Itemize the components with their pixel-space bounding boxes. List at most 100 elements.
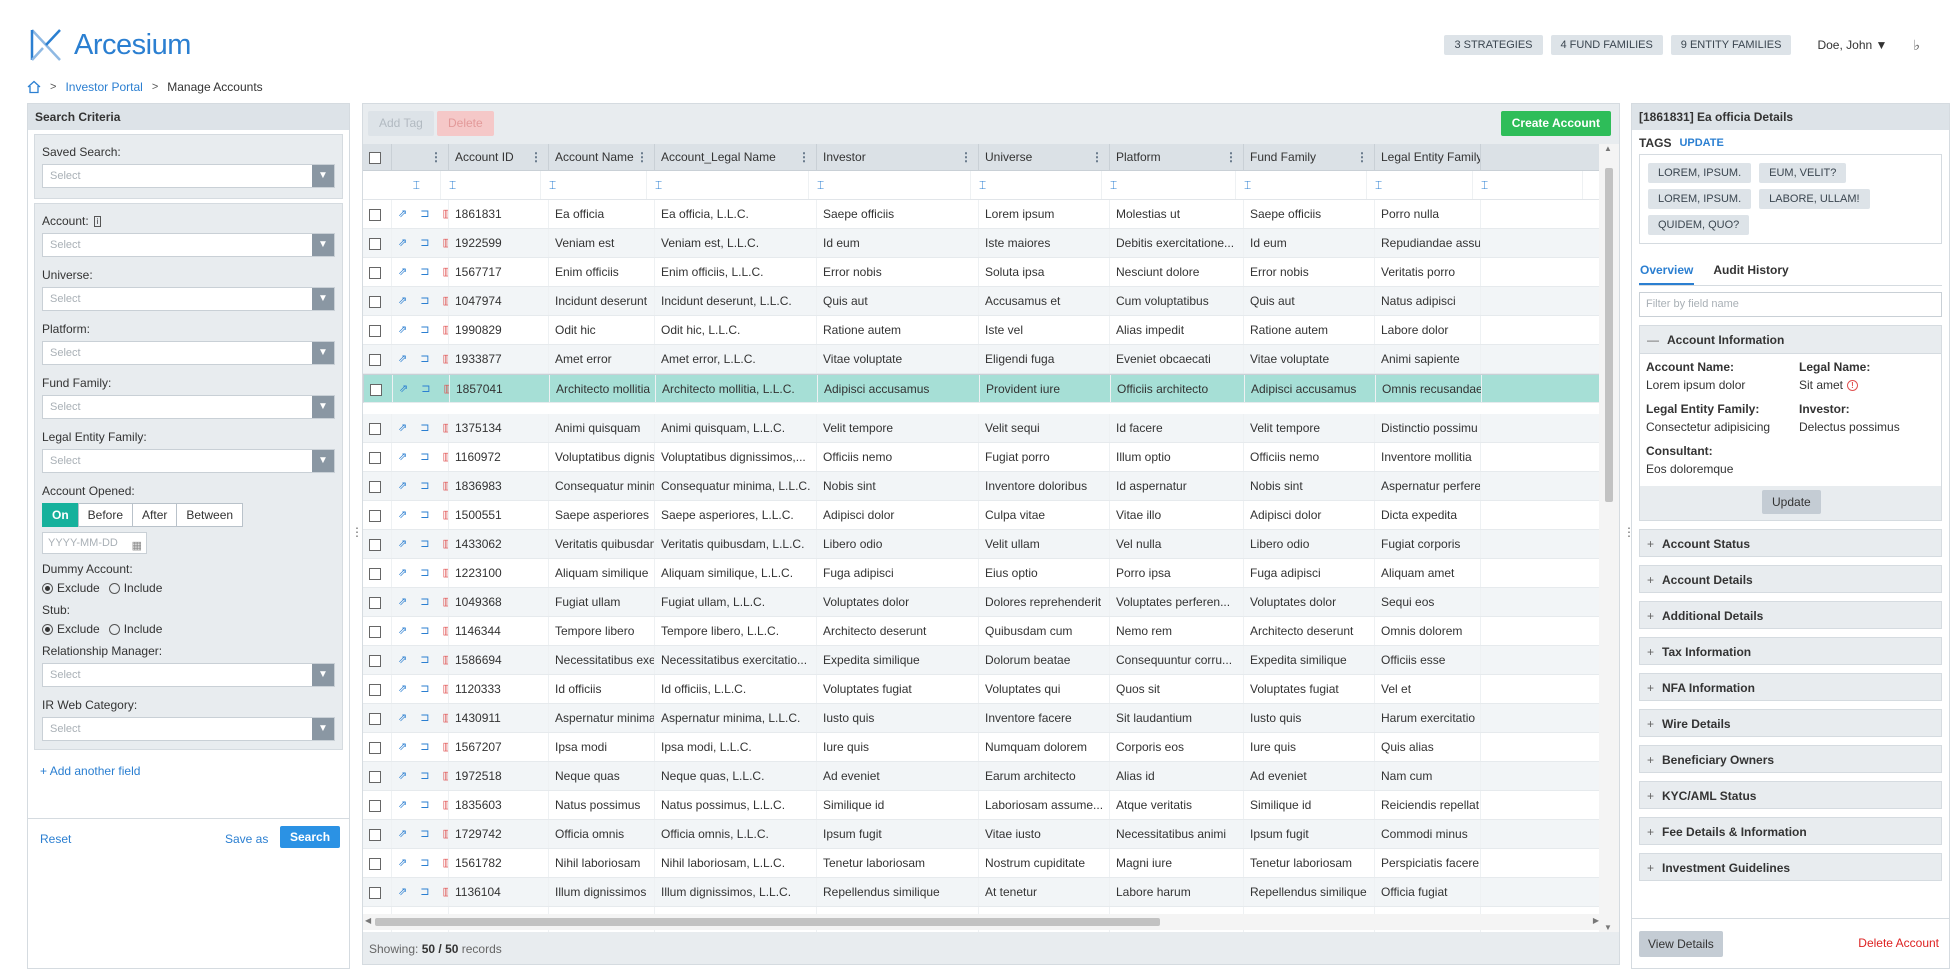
tab-overview[interactable]: Overview: [1639, 258, 1695, 285]
row-checkbox[interactable]: [369, 799, 381, 812]
table-row[interactable]: ⇗⊐▥1223100Aliquam similiqueAliquam simil…: [363, 559, 1601, 588]
column-filter-icon[interactable]: ⌶: [809, 171, 971, 199]
tag-icon[interactable]: ⊐: [420, 508, 429, 522]
grid-vertical-scrollbar[interactable]: ▲ ▼: [1599, 144, 1619, 932]
row-checkbox[interactable]: [369, 538, 381, 551]
column-header[interactable]: Account Name ⋮: [549, 144, 655, 170]
open-external-icon[interactable]: ⇗: [398, 798, 407, 812]
universe-select[interactable]: Select ▼: [42, 287, 335, 311]
table-row[interactable]: ⇗⊐▥1160972Voluptatibus dignissimosVolupt…: [363, 443, 1601, 472]
open-external-icon[interactable]: ⇗: [398, 323, 407, 337]
tag-chip[interactable]: LOREM, IPSUM.: [1648, 189, 1752, 209]
table-row[interactable]: ⇗⊐▥1375134Animi quisquamAnimi quisquam, …: [363, 414, 1601, 443]
scroll-right-icon[interactable]: ▶: [1593, 916, 1599, 925]
notification-bell-icon[interactable]: ♭: [1913, 37, 1920, 54]
table-row[interactable]: ⇗⊐▥1047974Incidunt deseruntIncidunt dese…: [363, 287, 1601, 316]
table-row[interactable]: ⇗⊐▥1567717Enim officiisEnim officiis, L.…: [363, 258, 1601, 287]
tag-icon[interactable]: ⊐: [420, 624, 429, 638]
column-filter-icon[interactable]: ⌶: [1367, 171, 1473, 199]
table-row[interactable]: ⇗⊐▥1561782Nihil laboriosamNihil laborios…: [363, 849, 1601, 878]
open-external-icon[interactable]: ⇗: [398, 450, 407, 464]
row-checkbox[interactable]: [369, 596, 381, 609]
account-opened-date-input[interactable]: YYYY-MM-DD ▦: [42, 532, 147, 554]
row-checkbox[interactable]: [369, 625, 381, 638]
table-row[interactable]: ⇗⊐▥1430911Aspernatur minimaAspernatur mi…: [363, 704, 1601, 733]
open-external-icon[interactable]: ⇗: [398, 421, 407, 435]
row-checkbox[interactable]: [369, 324, 381, 337]
column-header[interactable]: Platform ⋮: [1110, 144, 1244, 170]
tag-icon[interactable]: ⊐: [420, 856, 429, 870]
strategies-pill[interactable]: 3 STRATEGIES: [1444, 35, 1543, 55]
dummy-include-radio[interactable]: [108, 582, 120, 594]
column-header[interactable]: Investor ⋮: [817, 144, 979, 170]
column-menu-icon[interactable]: ⋮: [1225, 144, 1237, 170]
details-section-header[interactable]: + KYC/AML Status: [1639, 781, 1942, 809]
create-account-button[interactable]: Create Account: [1500, 111, 1611, 136]
table-row[interactable]: ⇗⊐▥1500551Saepe asperioresSaepe asperior…: [363, 501, 1601, 530]
table-row[interactable]: ⇗⊐▥1836983Consequatur minimaConsequatur …: [363, 472, 1601, 501]
details-section-header[interactable]: + Additional Details: [1639, 601, 1942, 629]
table-row[interactable]: ⇗⊐▥1586694Necessitatibus exercitatio...N…: [363, 646, 1601, 675]
account-select[interactable]: Select ▼: [42, 233, 335, 257]
tag-icon[interactable]: ⊐: [420, 653, 429, 667]
add-another-field-link[interactable]: + Add another field: [28, 750, 349, 778]
scroll-down-icon[interactable]: ▼: [1604, 923, 1612, 932]
calendar-icon[interactable]: ▦: [132, 536, 142, 556]
scroll-up-icon[interactable]: ▲: [1604, 144, 1612, 153]
table-row[interactable]: ⇗⊐▥1146344Tempore liberoTempore libero, …: [363, 617, 1601, 646]
tag-icon[interactable]: ⊐: [420, 827, 429, 841]
table-row[interactable]: ⇗⊐▥1433062Veritatis quibusdamVeritatis q…: [363, 530, 1601, 559]
open-external-icon[interactable]: ⇗: [398, 566, 407, 580]
search-button[interactable]: Search: [280, 826, 341, 848]
row-checkbox[interactable]: [369, 422, 381, 435]
row-checkbox[interactable]: [369, 480, 381, 493]
column-header[interactable]: Universe ⋮: [979, 144, 1110, 170]
row-checkbox[interactable]: [369, 451, 381, 464]
delete-account-link[interactable]: Delete Account: [1858, 936, 1939, 950]
fund-families-pill[interactable]: 4 FUND FAMILIES: [1550, 35, 1663, 55]
tag-icon[interactable]: ⊐: [420, 682, 429, 696]
update-tags-link[interactable]: UPDATE: [1679, 137, 1723, 149]
tag-icon[interactable]: ⊐: [420, 566, 429, 580]
row-checkbox[interactable]: [370, 383, 382, 396]
opened-on-option[interactable]: On: [42, 503, 79, 527]
details-section-header[interactable]: + Account Details: [1639, 565, 1942, 593]
column-menu-icon[interactable]: ⋮: [530, 144, 542, 170]
column-filter-icon[interactable]: ⌶: [647, 171, 809, 199]
column-filter-icon[interactable]: ⌶: [1102, 171, 1236, 199]
table-row[interactable]: ⇗⊐▥1729742Officia omnisOfficia omnis, L.…: [363, 820, 1601, 849]
row-checkbox[interactable]: [369, 712, 381, 725]
column-header[interactable]: Account ID ⋮: [449, 144, 549, 170]
row-checkbox[interactable]: [369, 295, 381, 308]
open-external-icon[interactable]: ⇗: [398, 352, 407, 366]
details-section-header[interactable]: + Investment Guidelines: [1639, 853, 1942, 881]
open-external-icon[interactable]: ⇗: [398, 537, 407, 551]
table-row[interactable]: ⇗⊐▥1861831Ea officiaEa officia, L.L.C.Sa…: [363, 200, 1601, 229]
update-account-info-button[interactable]: Update: [1762, 490, 1821, 514]
table-row[interactable]: ⇗⊐▥1972518Neque quasNeque quas, L.L.C.Ad…: [363, 762, 1601, 791]
opened-after-option[interactable]: After: [132, 503, 178, 527]
tag-icon[interactable]: ⊐: [420, 740, 429, 754]
tag-icon[interactable]: ⊐: [420, 798, 429, 812]
dummy-exclude-radio[interactable]: [42, 582, 53, 594]
open-external-icon[interactable]: ⇗: [398, 624, 407, 638]
account-information-header[interactable]: — Account Information: [1640, 326, 1941, 354]
row-checkbox[interactable]: [369, 857, 381, 870]
grid-horizontal-scrollbar[interactable]: ◀ ▶: [363, 914, 1601, 930]
details-section-header[interactable]: + NFA Information: [1639, 673, 1942, 701]
scroll-thumb[interactable]: [375, 918, 1160, 926]
tag-icon[interactable]: ⊐: [420, 450, 429, 464]
row-checkbox[interactable]: [369, 683, 381, 696]
open-external-icon[interactable]: ⇗: [398, 265, 407, 279]
tab-audit-history[interactable]: Audit History: [1712, 258, 1789, 285]
delete-button[interactable]: Delete: [437, 111, 494, 136]
column-menu-icon[interactable]: ⋮: [636, 144, 648, 170]
opened-between-option[interactable]: Between: [176, 503, 244, 527]
tag-chip[interactable]: LABORE, ULLAM!: [1759, 189, 1870, 209]
table-row[interactable]: ⇗⊐▥1835603Natus possimusNatus possimus, …: [363, 791, 1601, 820]
brand-logo[interactable]: Arcesium: [30, 28, 191, 62]
tag-icon[interactable]: ⊐: [420, 323, 429, 337]
open-external-icon[interactable]: ⇗: [398, 508, 407, 522]
open-external-icon[interactable]: ⇗: [398, 682, 407, 696]
platform-select[interactable]: Select ▼: [42, 341, 335, 365]
